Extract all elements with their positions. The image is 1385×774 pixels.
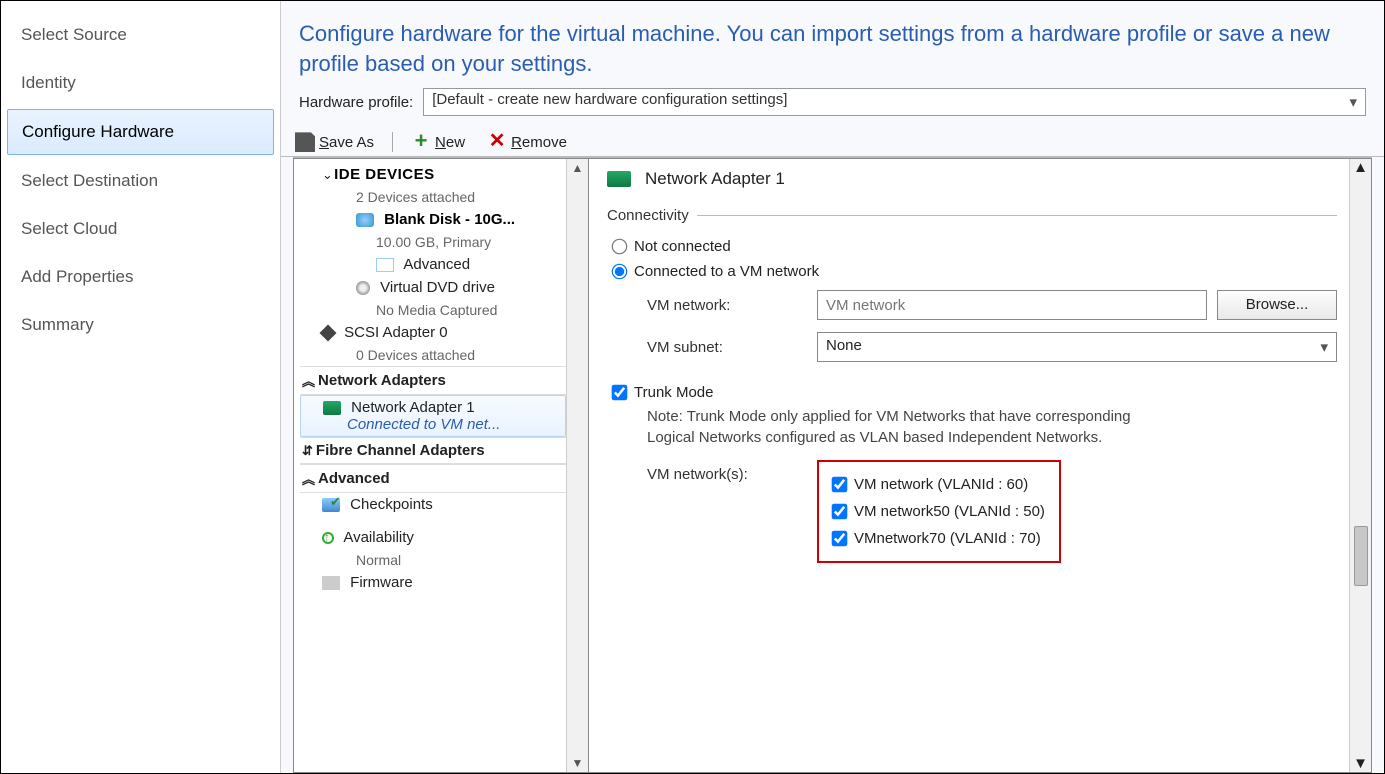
checkpoint-icon: [322, 498, 340, 512]
radio-connected-input[interactable]: [612, 264, 628, 280]
nav-summary[interactable]: Summary: [1, 301, 280, 349]
vm-subnet-row: VM subnet: None: [607, 326, 1337, 368]
toolbar: Save As + New ✕ Remove: [281, 126, 1384, 157]
chevron-up-icon: ︽: [302, 469, 312, 488]
editor-area: ⌄ IDE Devices 2 Devices attached Blank D…: [293, 157, 1372, 773]
vm-network-item-1[interactable]: VM network50 (VLANId : 50): [833, 503, 1045, 520]
page-heading: Configure hardware for the virtual machi…: [281, 1, 1384, 82]
vm-network-input[interactable]: [817, 290, 1207, 320]
detail-scrollbar[interactable]: ▲ ▼: [1349, 159, 1371, 772]
remove-button[interactable]: ✕ Remove: [483, 130, 571, 154]
tree-firmware[interactable]: Firmware: [300, 571, 566, 594]
chevron-up-icon: ︽: [302, 371, 312, 390]
hardware-profile-row: Hardware profile: [Default - create new …: [281, 82, 1384, 126]
tree-blank-disk-sub: 10.00 GB, Primary: [300, 231, 566, 253]
tree-availability-sub: Normal: [300, 549, 566, 571]
disk-icon: [356, 213, 374, 227]
nav-identity[interactable]: Identity: [1, 59, 280, 107]
toolbar-separator: [392, 132, 393, 152]
trunk-mode-check[interactable]: Trunk Mode: [607, 368, 1337, 405]
vm-network-label-1: VM network50 (VLANId : 50): [854, 503, 1045, 520]
tree-advanced-disk[interactable]: Advanced: [300, 253, 566, 276]
tree-scsi[interactable]: SCSI Adapter 0: [300, 321, 566, 344]
scsi-icon: [320, 325, 337, 342]
nav-add-properties[interactable]: Add Properties: [1, 253, 280, 301]
vm-subnet-label: VM subnet:: [647, 339, 807, 356]
vm-network-label: VM network:: [647, 297, 807, 314]
tree-network-adapters[interactable]: ︽ Network Adapters: [300, 366, 566, 395]
scroll-up-icon[interactable]: ▲: [1353, 159, 1368, 176]
tree-nic-1-sub: Connected to VM net...: [323, 416, 563, 433]
chevron-down-icon: ⌄: [322, 167, 330, 182]
tree-scrollbar[interactable]: ▲ ▼: [566, 159, 588, 772]
delete-icon: ✕: [487, 132, 507, 152]
right-panel: Configure hardware for the virtual machi…: [281, 1, 1384, 773]
tree-blank-disk[interactable]: Blank Disk - 10G...: [300, 208, 566, 231]
save-as-button[interactable]: Save As: [291, 130, 378, 154]
scroll-down-icon[interactable]: ▼: [1353, 755, 1368, 772]
vm-network-check-1[interactable]: [832, 504, 848, 520]
nav-configure-hardware[interactable]: Configure Hardware: [7, 109, 274, 155]
tree-fibre-channel[interactable]: ⇵ Fibre Channel Adapters: [300, 437, 566, 464]
vm-network-check-0[interactable]: [832, 477, 848, 493]
wizard-window: Select Source Identity Configure Hardwar…: [1, 1, 1384, 773]
wizard-nav: Select Source Identity Configure Hardwar…: [1, 1, 281, 773]
vm-networks-label: VM network(s):: [647, 454, 807, 483]
vm-network-label-2: VMnetwork70 (VLANId : 70): [854, 530, 1041, 547]
vm-network-check-2[interactable]: [832, 531, 848, 547]
vm-network-item-0[interactable]: VM network (VLANId : 60): [833, 476, 1045, 493]
availability-icon: [322, 532, 334, 544]
vm-networks-list: VM network (VLANId : 60) VM network50 (V…: [833, 472, 1045, 551]
chevron-collapse-icon: ⇵: [302, 443, 310, 459]
vm-networks-row: VM network(s): VM network (VLANId : 60) …: [607, 450, 1337, 563]
save-icon: [295, 132, 315, 152]
radio-not-connected-input[interactable]: [612, 239, 628, 255]
tree-nic-1[interactable]: Network Adapter 1 Connected to VM net...: [300, 395, 566, 437]
radio-connected-label: Connected to a VM network: [634, 263, 819, 280]
vm-networks-highlight: VM network (VLANId : 60) VM network50 (V…: [817, 460, 1061, 563]
tree-dvd-sub: No Media Captured: [300, 299, 566, 321]
radio-connected[interactable]: Connected to a VM network: [607, 259, 1337, 284]
nav-select-source[interactable]: Select Source: [1, 11, 280, 59]
plus-icon: +: [411, 132, 431, 152]
nic-icon: [607, 171, 631, 187]
firmware-icon: [322, 576, 340, 590]
trunk-mode-label: Trunk Mode: [634, 384, 713, 401]
vm-network-label-0: VM network (VLANId : 60): [854, 476, 1028, 493]
trunk-mode-checkbox[interactable]: [612, 385, 628, 401]
detail-pane: Network Adapter 1 Connectivity Not conne…: [589, 158, 1372, 773]
nic-icon: [323, 401, 341, 415]
tree-checkpoints[interactable]: Checkpoints: [300, 493, 566, 516]
list-icon: [376, 258, 394, 272]
trunk-mode-note: Note: Trunk Mode only applied for VM Net…: [607, 405, 1167, 450]
radio-not-connected-label: Not connected: [634, 238, 731, 255]
tree-ide-sub: 2 Devices attached: [300, 186, 566, 208]
vm-network-item-2[interactable]: VMnetwork70 (VLANId : 70): [833, 530, 1045, 547]
tree-availability[interactable]: Availability: [300, 526, 566, 549]
new-button[interactable]: + New: [407, 130, 469, 154]
connectivity-group: Connectivity: [607, 207, 1337, 224]
device-tree: ⌄ IDE Devices 2 Devices attached Blank D…: [293, 158, 589, 773]
tree-advanced-section[interactable]: ︽ Advanced: [300, 464, 566, 493]
tree-scsi-sub: 0 Devices attached: [300, 344, 566, 366]
scroll-up-icon[interactable]: ▲: [572, 159, 584, 177]
radio-not-connected[interactable]: Not connected: [607, 234, 1337, 259]
scroll-down-icon[interactable]: ▼: [572, 754, 584, 772]
hardware-profile-select[interactable]: [Default - create new hardware configura…: [423, 88, 1366, 116]
scroll-thumb[interactable]: [1354, 526, 1368, 586]
detail-title: Network Adapter 1: [607, 163, 1337, 199]
tree-dvd[interactable]: Virtual DVD drive: [300, 276, 566, 299]
tree-ide-devices[interactable]: ⌄ IDE Devices: [300, 163, 566, 186]
vm-network-row: VM network: Browse...: [607, 284, 1337, 326]
dvd-icon: [356, 281, 370, 295]
nav-select-cloud[interactable]: Select Cloud: [1, 205, 280, 253]
hardware-profile-label: Hardware profile:: [299, 94, 413, 111]
nav-select-destination[interactable]: Select Destination: [1, 157, 280, 205]
browse-button[interactable]: Browse...: [1217, 290, 1337, 320]
vm-subnet-select[interactable]: None: [817, 332, 1337, 362]
